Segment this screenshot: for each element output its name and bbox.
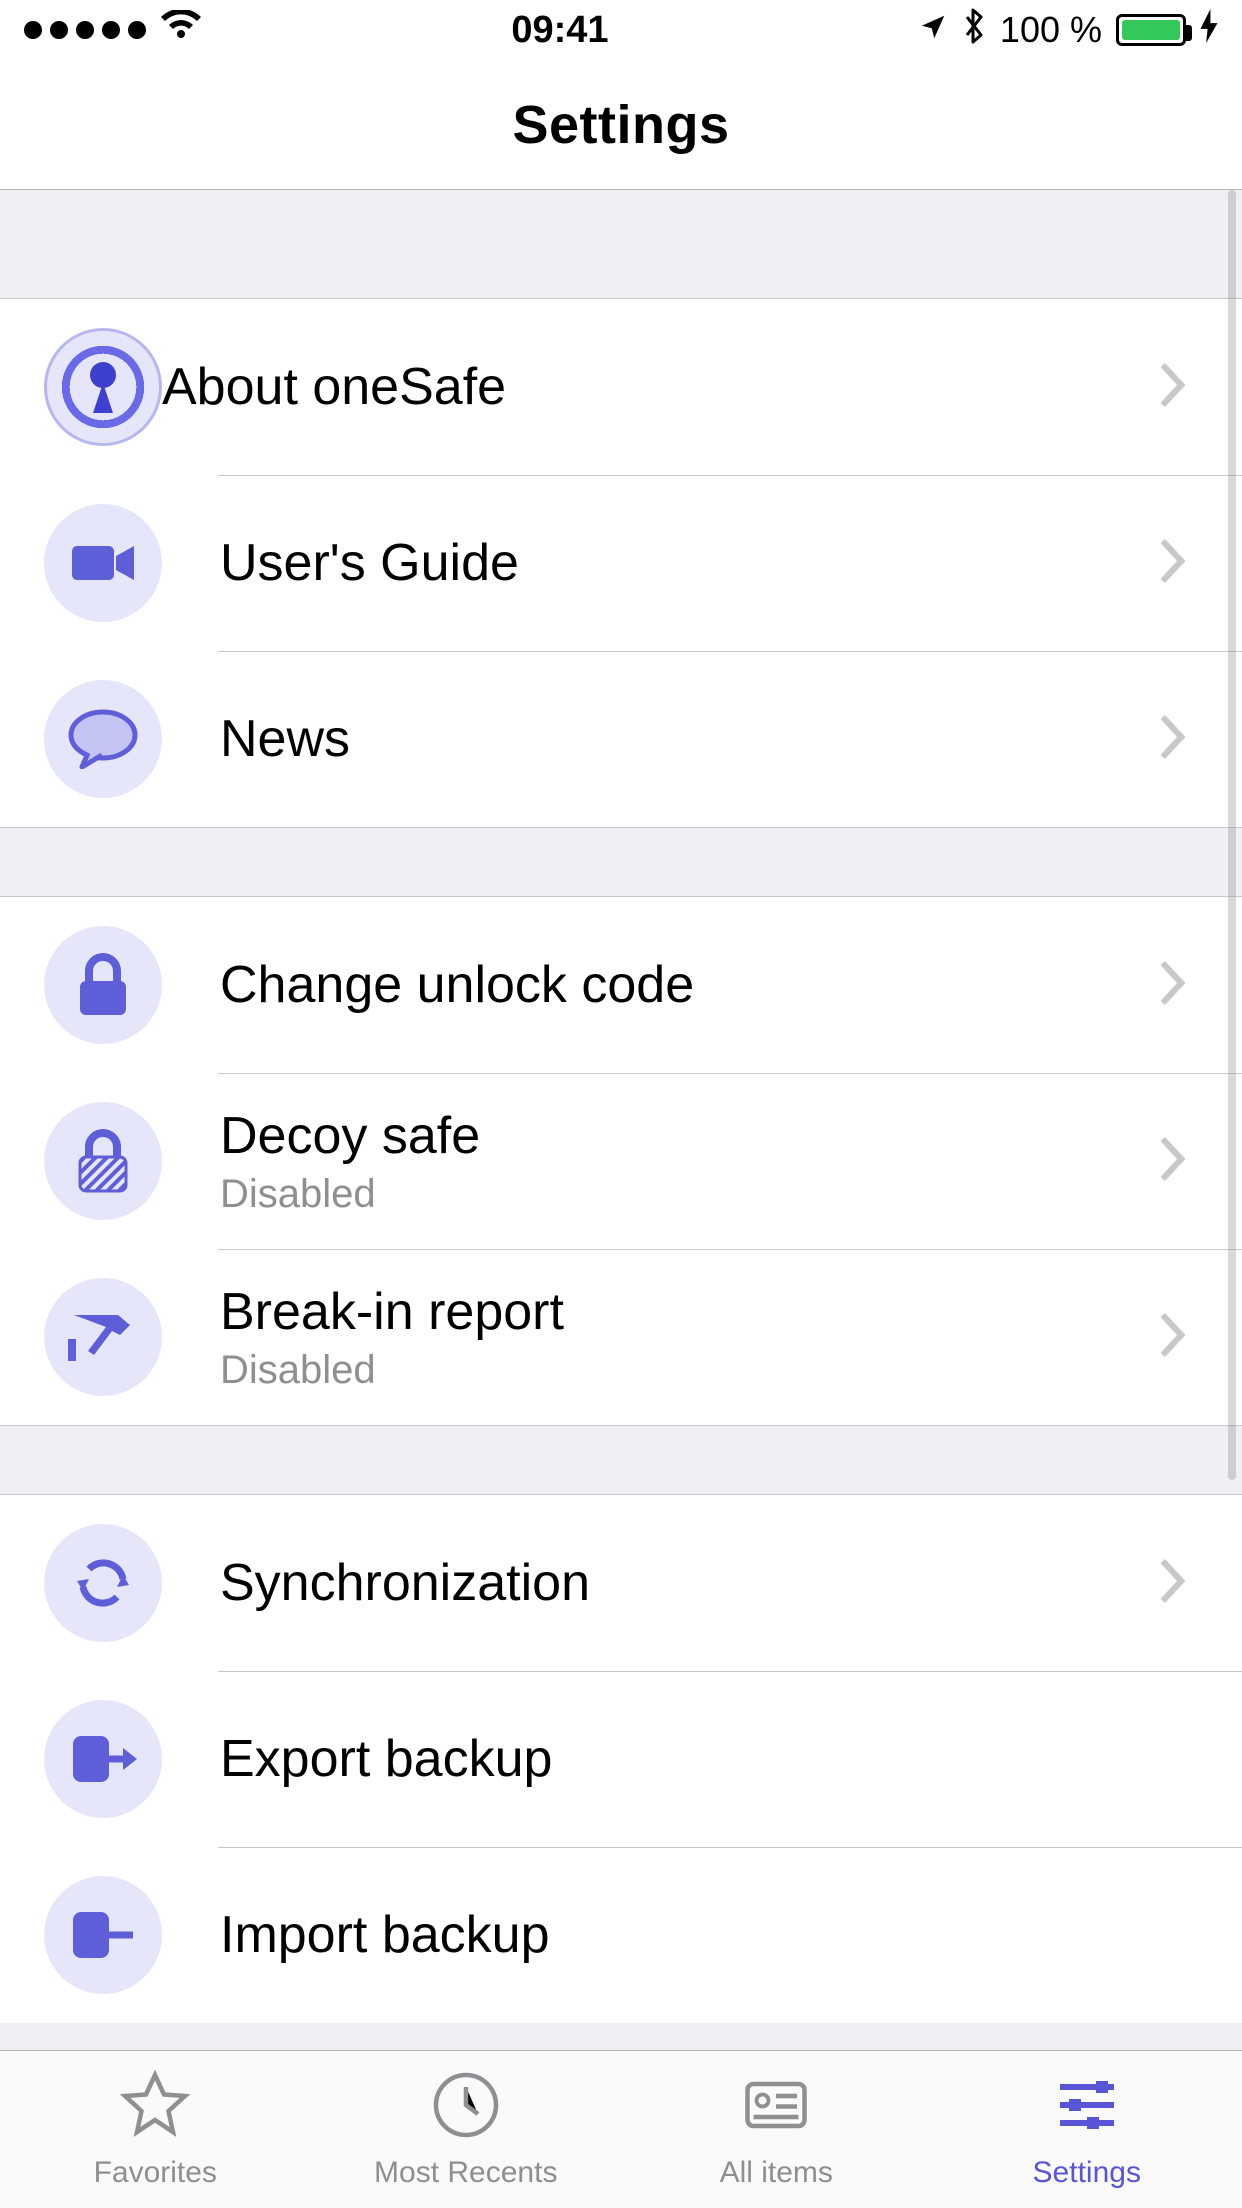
settings-scroll-area[interactable]: About oneSafe User's Guide News Change u…	[0, 190, 1242, 2050]
tab-settings[interactable]: Settings	[932, 2051, 1242, 2208]
battery-percent: 100 %	[1000, 9, 1102, 51]
export-icon	[44, 1700, 162, 1818]
row-title: User's Guide	[220, 533, 1158, 593]
settings-group-info: About oneSafe User's Guide News	[0, 298, 1242, 828]
keyhole-icon	[44, 328, 162, 446]
row-news[interactable]: News	[0, 651, 1242, 827]
tab-label: Favorites	[94, 2156, 217, 2190]
nav-bar: Settings	[0, 60, 1242, 190]
row-export-backup[interactable]: Export backup	[0, 1671, 1242, 1847]
tab-all-items[interactable]: All items	[621, 2051, 932, 2208]
charging-icon	[1200, 9, 1218, 52]
row-title: Export backup	[220, 1729, 1198, 1789]
row-title: Import backup	[220, 1905, 1198, 1965]
chevron-right-icon	[1158, 362, 1198, 413]
scrollbar[interactable]	[1228, 190, 1236, 1480]
chevron-right-icon	[1158, 538, 1198, 589]
tab-label: Settings	[1033, 2156, 1141, 2190]
row-change-unlock-code[interactable]: Change unlock code	[0, 897, 1242, 1073]
tab-most-recents[interactable]: Most Recents	[311, 2051, 622, 2208]
settings-group-backup: Synchronization Export backup Import bac…	[0, 1494, 1242, 2023]
status-bar: 09:41 100 %	[0, 0, 1242, 60]
cctv-icon	[44, 1278, 162, 1396]
star-icon	[119, 2069, 191, 2146]
status-time: 09:41	[511, 9, 608, 52]
import-icon	[44, 1876, 162, 1994]
row-decoy-safe[interactable]: Decoy safe Disabled	[0, 1073, 1242, 1249]
signal-dots-icon	[24, 21, 146, 39]
card-icon	[740, 2069, 812, 2146]
row-title: Change unlock code	[220, 955, 1158, 1015]
tab-bar: Favorites Most Recents All items Setting…	[0, 2050, 1242, 2208]
lock-icon	[44, 926, 162, 1044]
video-icon	[44, 504, 162, 622]
battery-icon	[1116, 14, 1186, 46]
chevron-right-icon	[1158, 1136, 1198, 1187]
tab-label: Most Recents	[374, 2156, 557, 2190]
row-title: News	[220, 709, 1158, 769]
row-import-backup[interactable]: Import backup	[0, 1847, 1242, 2023]
bluetooth-icon	[962, 7, 986, 54]
page-title: Settings	[512, 94, 729, 156]
sliders-icon	[1051, 2069, 1123, 2146]
row-subtitle: Disabled	[220, 1172, 1158, 1217]
chevron-right-icon	[1158, 1312, 1198, 1363]
row-users-guide[interactable]: User's Guide	[0, 475, 1242, 651]
tab-favorites[interactable]: Favorites	[0, 2051, 311, 2208]
tab-label: All items	[720, 2156, 833, 2190]
row-about-onesafe[interactable]: About oneSafe	[0, 299, 1242, 475]
status-right: 100 %	[918, 7, 1218, 54]
row-title: Break-in report	[220, 1282, 1158, 1342]
chevron-right-icon	[1158, 960, 1198, 1011]
settings-group-security: Change unlock code Decoy safe Disabled	[0, 896, 1242, 1426]
clock-icon	[430, 2069, 502, 2146]
location-icon	[918, 9, 948, 51]
chat-icon	[44, 680, 162, 798]
decoy-icon	[44, 1102, 162, 1220]
row-title: Synchronization	[220, 1553, 1158, 1613]
row-title: Decoy safe	[220, 1106, 1158, 1166]
wifi-icon	[160, 9, 202, 51]
row-synchronization[interactable]: Synchronization	[0, 1495, 1242, 1671]
row-subtitle: Disabled	[220, 1348, 1158, 1393]
row-title: About oneSafe	[162, 357, 1158, 417]
row-breakin-report[interactable]: Break-in report Disabled	[0, 1249, 1242, 1425]
chevron-right-icon	[1158, 714, 1198, 765]
status-left	[24, 9, 202, 51]
sync-icon	[44, 1524, 162, 1642]
chevron-right-icon	[1158, 1558, 1198, 1609]
